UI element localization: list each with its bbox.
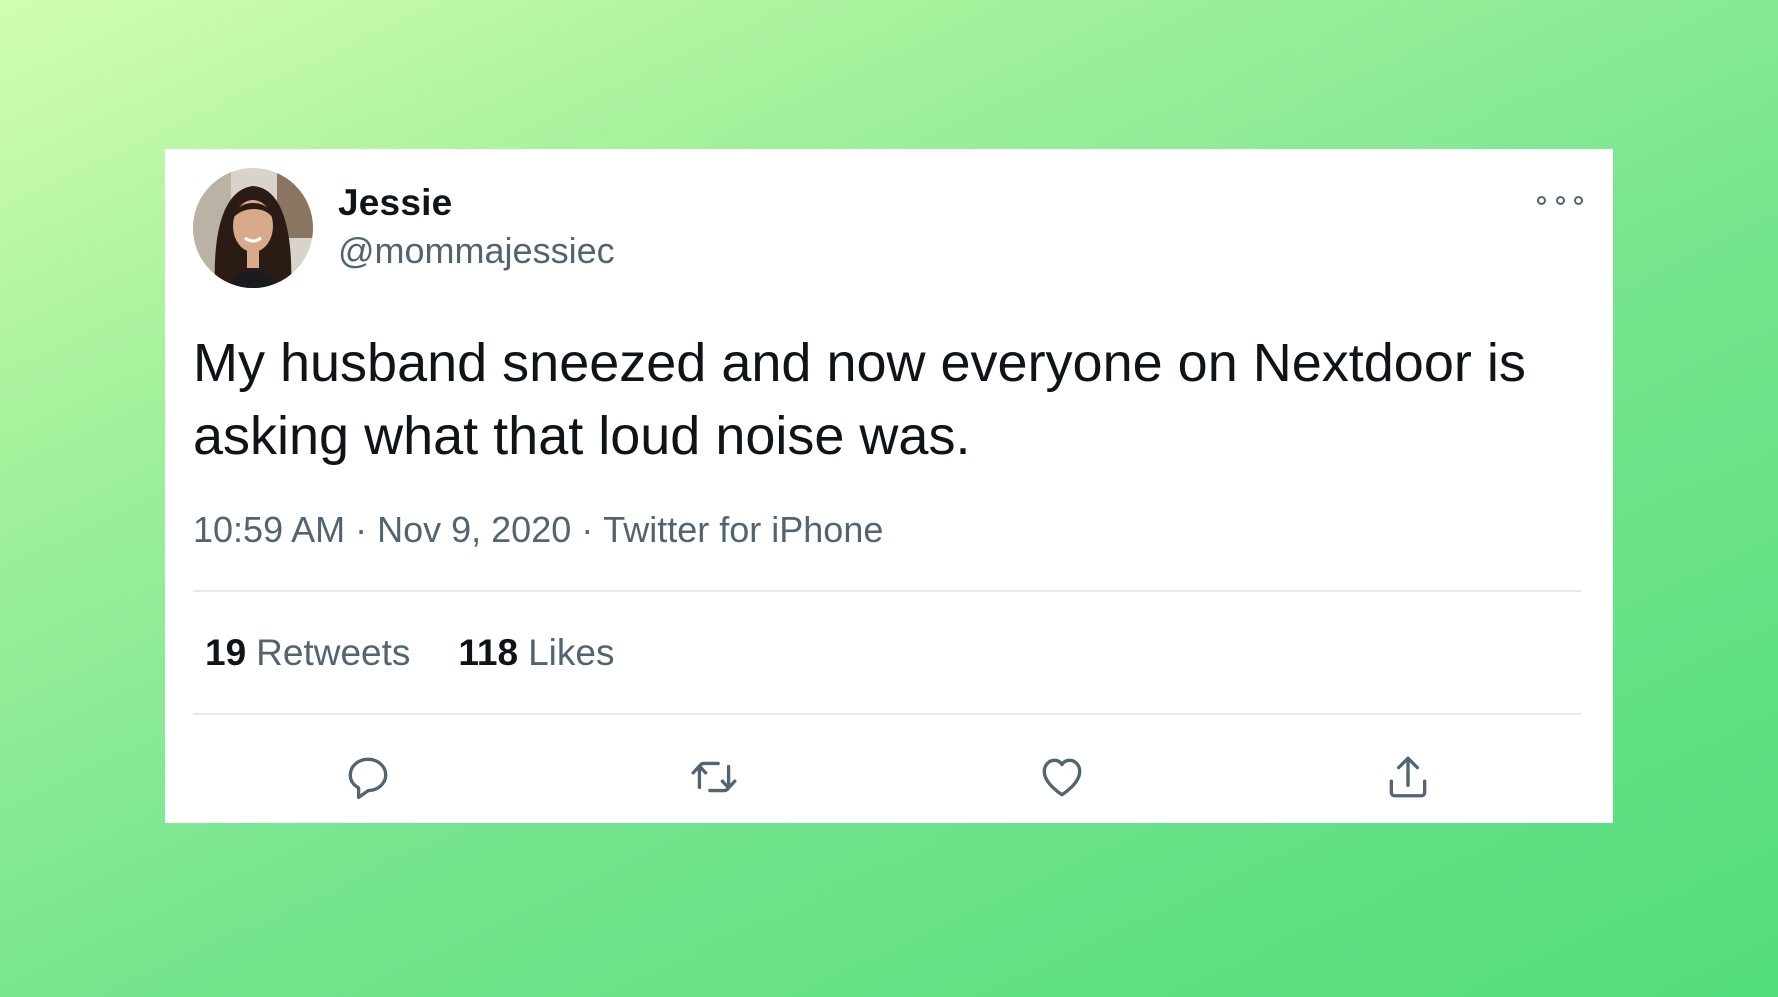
divider	[193, 590, 1581, 592]
more-dot	[1555, 195, 1565, 205]
likes-label: Likes	[528, 632, 615, 673]
tweet-metadata: 10:59 AM · Nov 9, 2020 · Twitter for iPhone	[193, 509, 883, 551]
divider	[193, 713, 1581, 715]
retweets-label: Retweets	[256, 632, 411, 673]
tweet-text: My husband sneezed and now everyone on N…	[193, 333, 1526, 466]
action-bar	[165, 750, 1613, 804]
tweet-date[interactable]: Nov 9, 2020	[377, 509, 571, 550]
more-dot	[1574, 195, 1583, 205]
avatar-photo	[193, 168, 313, 288]
heart-icon	[1042, 758, 1082, 797]
author-handle[interactable]: @mommajessiec	[338, 230, 615, 272]
retweet-button[interactable]	[687, 750, 741, 804]
meta-separator: ·	[355, 509, 368, 550]
more-options-icon[interactable]	[1537, 189, 1583, 211]
retweets-count: 19	[205, 632, 247, 673]
likes-stat[interactable]: 118 Likes	[458, 632, 614, 674]
tweet-card: Jessie @mommajessiec My husband sneezed …	[165, 149, 1613, 823]
tweet-source[interactable]: Twitter for iPhone	[603, 509, 883, 550]
share-icon	[1389, 756, 1427, 798]
more-dot	[1537, 195, 1546, 205]
reply-icon	[348, 757, 388, 800]
share-button[interactable]	[1381, 750, 1435, 804]
meta-separator: ·	[581, 509, 594, 550]
retweet-icon	[691, 761, 737, 793]
tweet-time[interactable]: 10:59 AM	[193, 509, 345, 550]
tweet-stats: 19 Retweets 118 Likes	[205, 632, 614, 674]
author-name[interactable]: Jessie	[338, 182, 452, 224]
avatar[interactable]	[193, 168, 313, 288]
reply-button[interactable]	[341, 750, 395, 804]
retweets-stat[interactable]: 19 Retweets	[205, 632, 410, 674]
likes-count: 118	[458, 632, 519, 673]
like-button[interactable]	[1035, 750, 1089, 804]
